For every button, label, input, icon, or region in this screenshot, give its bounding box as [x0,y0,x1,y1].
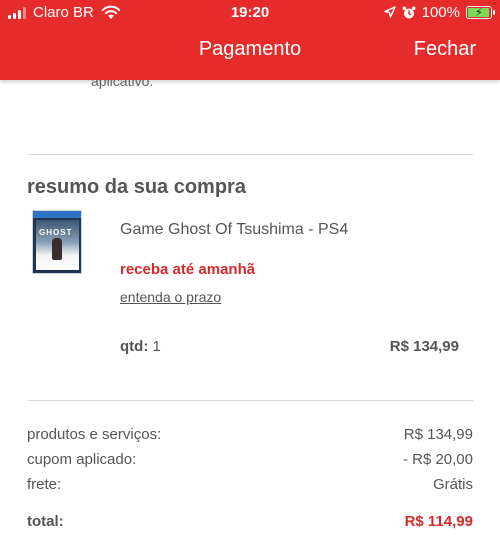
battery-percent: 100% [421,4,460,21]
cover-figure [52,238,62,260]
product-name: Game Ghost Of Tsushima - PS4 [120,221,349,238]
location-icon [383,6,396,18]
status-bar: Claro BR 19:20 100% ⚡ [0,0,500,26]
total-label: total: [27,513,64,530]
status-right: 100% ⚡ [383,4,495,21]
quantity-label: qtd: [120,338,149,355]
payment-content: aplicativo. resumo da sua compra GHOST G… [0,0,500,545]
ps4-banner [33,211,81,218]
divider [28,154,473,155]
battery-icon: ⚡ [466,6,495,19]
product-thumbnail: GHOST [32,210,82,274]
delivery-estimate: receba até amanhã [120,261,256,278]
item-price: R$ 134,99 [389,338,459,355]
summary-title: resumo da sua compra [27,176,246,198]
delivery-info-link[interactable]: entenda o prazo [120,289,221,305]
coupon-value: - R$ 20,00 [402,451,473,468]
quantity-value: 1 [152,338,161,355]
cover-logo: GHOST [39,228,73,237]
alarm-icon [402,6,416,18]
products-label: produtos e serviços: [27,426,162,443]
quantity: qtd: 1 [120,338,161,355]
total-value: R$ 114,99 [404,513,473,530]
shipping-value: Grátis [432,476,473,493]
coupon-label: cupom aplicado: [27,451,137,468]
app-header: Claro BR 19:20 100% ⚡ Pagamento Fechar [0,0,500,80]
shipping-label: frete: [27,476,62,493]
divider [28,400,473,401]
products-value: R$ 134,99 [403,426,473,443]
close-button[interactable]: Fechar [414,38,476,61]
